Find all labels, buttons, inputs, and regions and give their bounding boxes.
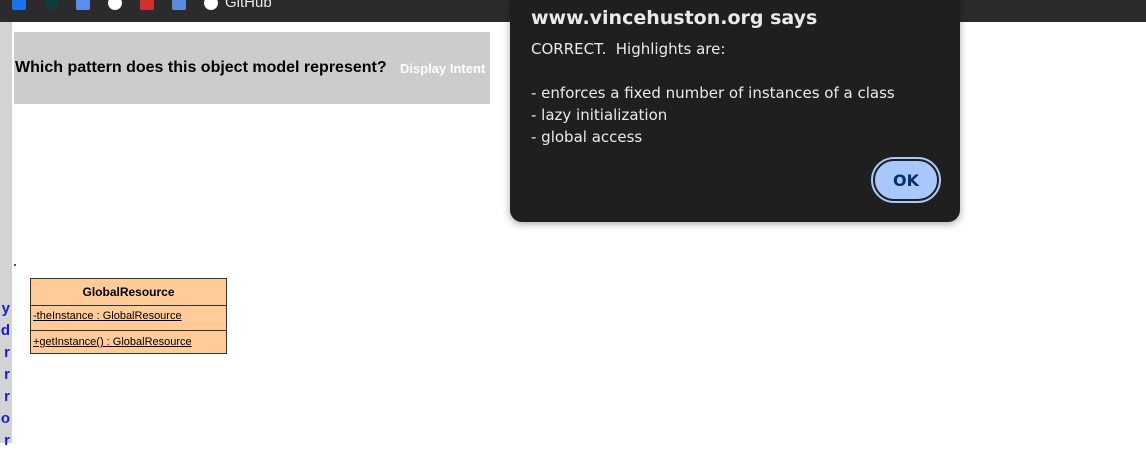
circle-app-icon[interactable] [45, 0, 59, 10]
sidebar-link-fragment[interactable]: r [0, 386, 10, 408]
sidebar-link-fragment[interactable]: o [0, 408, 10, 430]
red-bookmark-icon[interactable] [140, 0, 154, 10]
calendar-icon[interactable] [76, 0, 90, 10]
sidebar-link-fragment[interactable]: y [0, 298, 10, 320]
github-icon[interactable] [204, 0, 218, 10]
uml-class-box: GlobalResource -theInstance : GlobalReso… [30, 278, 227, 354]
alert-dialog: www.vincehuston.org says CORRECT. Highli… [510, 0, 960, 222]
dialog-message-line: - lazy initialization [531, 106, 668, 124]
dialog-message-line: - enforces a fixed number of instances o… [531, 84, 895, 102]
uml-operation: +getInstance() : GlobalResource [33, 336, 192, 348]
dialog-message-line: - global access [531, 128, 643, 146]
ok-button[interactable]: OK [871, 157, 941, 203]
question-text: Which pattern does this object model rep… [15, 59, 387, 76]
dialog-message-line: CORRECT. Highlights are: [531, 40, 726, 58]
sidebar-links: y d r r r o r [0, 298, 10, 452]
uml-class-name: GlobalResource [31, 279, 226, 306]
sidebar-link-fragment[interactable]: r [0, 364, 10, 386]
question-panel: Which pattern does this object model rep… [14, 32, 490, 104]
dialog-message-line [531, 60, 895, 82]
dialog-message: CORRECT. Highlights are: - enforces a fi… [531, 38, 895, 148]
mail-icon[interactable] [12, 0, 26, 10]
uml-attribute: -theInstance : GlobalResource [31, 306, 226, 331]
display-intent-link[interactable]: Display Intent [400, 61, 485, 76]
dialog-title: www.vincehuston.org says [531, 7, 818, 29]
sidebar-link-fragment[interactable]: d [0, 320, 10, 342]
tool-bookmark-icon[interactable] [172, 0, 186, 10]
sidebar-link-fragment[interactable]: r [0, 342, 10, 364]
github-bookmark-label[interactable]: GitHub [225, 0, 272, 11]
divider-dot [14, 264, 16, 266]
openai-icon[interactable] [108, 0, 122, 10]
sidebar-link-fragment[interactable]: r [0, 430, 10, 452]
